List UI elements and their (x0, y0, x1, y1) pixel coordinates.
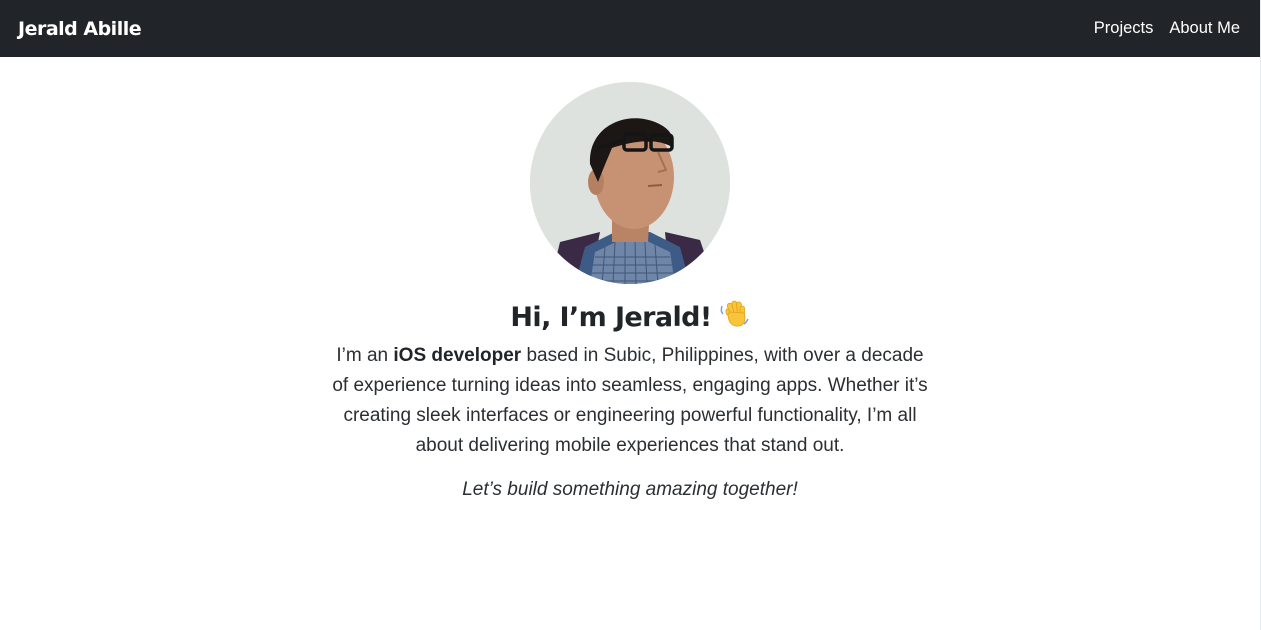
portrait-illustration (530, 82, 730, 284)
nav-links: Projects About Me (1094, 19, 1240, 38)
tagline: Let’s build something amazing together! (462, 479, 798, 500)
bio-highlight: iOS developer (393, 345, 522, 366)
brand-link[interactable]: Jerald Abille (18, 18, 142, 40)
waving-hand-icon (718, 297, 750, 338)
nav-link-about-me[interactable]: About Me (1169, 19, 1240, 38)
hero-headline: Hi, I’m Jerald! (0, 297, 1260, 338)
profile-photo (530, 82, 730, 284)
top-navbar: Jerald Abille Projects About Me (0, 0, 1260, 57)
headline-text: Hi, I’m Jerald! (510, 302, 712, 333)
page: Jerald Abille Projects About Me Hi, I’m … (0, 0, 1261, 630)
bio-intro: I’m an (336, 345, 389, 366)
nav-link-projects[interactable]: Projects (1094, 19, 1154, 38)
bio-paragraph: I’m an iOS developer based in Subic, Phi… (330, 341, 930, 461)
